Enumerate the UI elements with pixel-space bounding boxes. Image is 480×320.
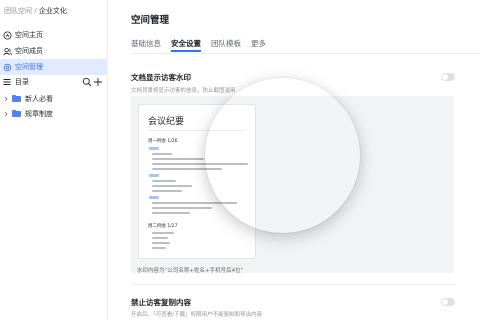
- settings-icon: [3, 63, 12, 71]
- preview-text-line: [152, 163, 248, 165]
- tree-item-regulations[interactable]: 规章制度: [0, 106, 107, 121]
- breadcrumb-root[interactable]: 团队空间: [4, 7, 32, 15]
- preview-text-line: [152, 185, 192, 187]
- preview-text-line: [152, 237, 168, 239]
- tab-more[interactable]: 更多: [251, 38, 266, 52]
- preview-doc-divider: [148, 130, 246, 131]
- page-title: 空间管理: [131, 15, 170, 26]
- add-icon[interactable]: [93, 77, 103, 87]
- preview-heading: 周一例会 1/26: [148, 139, 178, 144]
- preview-text-line: [152, 180, 176, 182]
- tree-item-label: 新人必看: [25, 94, 53, 103]
- tab-templates[interactable]: 团队模板: [211, 38, 241, 52]
- sidebar-item-label: 空间管理: [15, 63, 43, 71]
- list-icon: [3, 79, 11, 85]
- copy-protect-desc: 开启后，「可查看/下载」权限用户不能复制和导出内容: [131, 312, 263, 318]
- preview-text-line: [152, 207, 212, 209]
- search-icon[interactable]: [82, 77, 92, 87]
- copy-protect-title: 禁止访客复制内容: [131, 298, 191, 307]
- breadcrumb: 团队空间 / 企业文化: [4, 6, 67, 16]
- directory-label: 目录: [15, 78, 29, 86]
- preview-text-line: [152, 232, 174, 234]
- chevron-right-icon[interactable]: [3, 111, 9, 117]
- preview-doc-title: 会议纪要: [148, 117, 185, 127]
- tabs-divider: [131, 53, 480, 54]
- preview-text-line: [152, 153, 172, 155]
- section-divider: [131, 284, 455, 285]
- tab-security[interactable]: 安全设置: [171, 38, 201, 52]
- breadcrumb-current: 企业文化: [38, 7, 67, 15]
- sidebar-item-home[interactable]: 空间主页: [0, 27, 107, 43]
- watermark-footnote: 水印内容为“公司名称+姓名+手机号后4位”: [137, 268, 244, 274]
- copy-protect-toggle[interactable]: [441, 298, 455, 306]
- tree-item-newcomers[interactable]: 新人必看: [0, 91, 107, 106]
- tree-item-label: 规章制度: [25, 109, 53, 118]
- watermark-preview: 会议纪要 周一例会 1/26 周二例会 1/27 水印内容为“公司名称+姓名+手…: [131, 96, 454, 274]
- directory-tree: 新人必看 规章制度: [0, 91, 107, 121]
- preview-tag: [149, 147, 159, 150]
- app-root: 团队空间 / 企业文化 空间主页 空间成员 空间管理 目录 新人必看 规章制度 …: [0, 0, 480, 320]
- preview-text-line: [152, 168, 222, 170]
- preview-text-line: [152, 190, 182, 192]
- sidebar-nav: 空间主页 空间成员 空间管理: [0, 27, 107, 75]
- directory-header: 目录: [0, 75, 107, 89]
- watermark-setting-desc: 文档背景将显示访客的信息，防止截图滥用: [131, 88, 236, 94]
- sidebar: 团队空间 / 企业文化 空间主页 空间成员 空间管理 目录 新人必看 规章制度: [0, 0, 108, 320]
- preview-text-line: [152, 212, 190, 214]
- main-panel: 空间管理 基础信息 安全设置 团队模板 更多 文档显示访客水印 文档背景将显示访…: [109, 0, 480, 320]
- sidebar-item-manage[interactable]: 空间管理: [0, 59, 107, 75]
- watermark-setting-title: 文档显示访客水印: [131, 73, 191, 82]
- members-icon: [3, 47, 12, 55]
- preview-document: 会议纪要 周一例会 1/26 周二例会 1/27: [138, 104, 256, 259]
- sidebar-item-label: 空间成员: [15, 47, 43, 55]
- watermark-toggle[interactable]: [441, 73, 455, 81]
- preview-text-line: [152, 242, 170, 244]
- chevron-right-icon[interactable]: [3, 96, 9, 102]
- tab-basic-info[interactable]: 基础信息: [131, 38, 161, 52]
- folder-icon: [12, 95, 21, 102]
- preview-text-line: [152, 202, 237, 204]
- sidebar-item-members[interactable]: 空间成员: [0, 43, 107, 59]
- folder-icon: [12, 110, 21, 117]
- breadcrumb-separator: /: [34, 7, 37, 15]
- preview-text-line: [152, 158, 204, 160]
- sidebar-item-label: 空间主页: [15, 31, 43, 39]
- preview-tag: [149, 196, 159, 199]
- settings-tabs: 基础信息 安全设置 团队模板 更多: [131, 38, 276, 52]
- preview-text-line: [152, 247, 166, 249]
- preview-heading: 周二例会 1/27: [148, 224, 178, 229]
- preview-tag: [149, 174, 159, 177]
- home-icon: [3, 30, 12, 40]
